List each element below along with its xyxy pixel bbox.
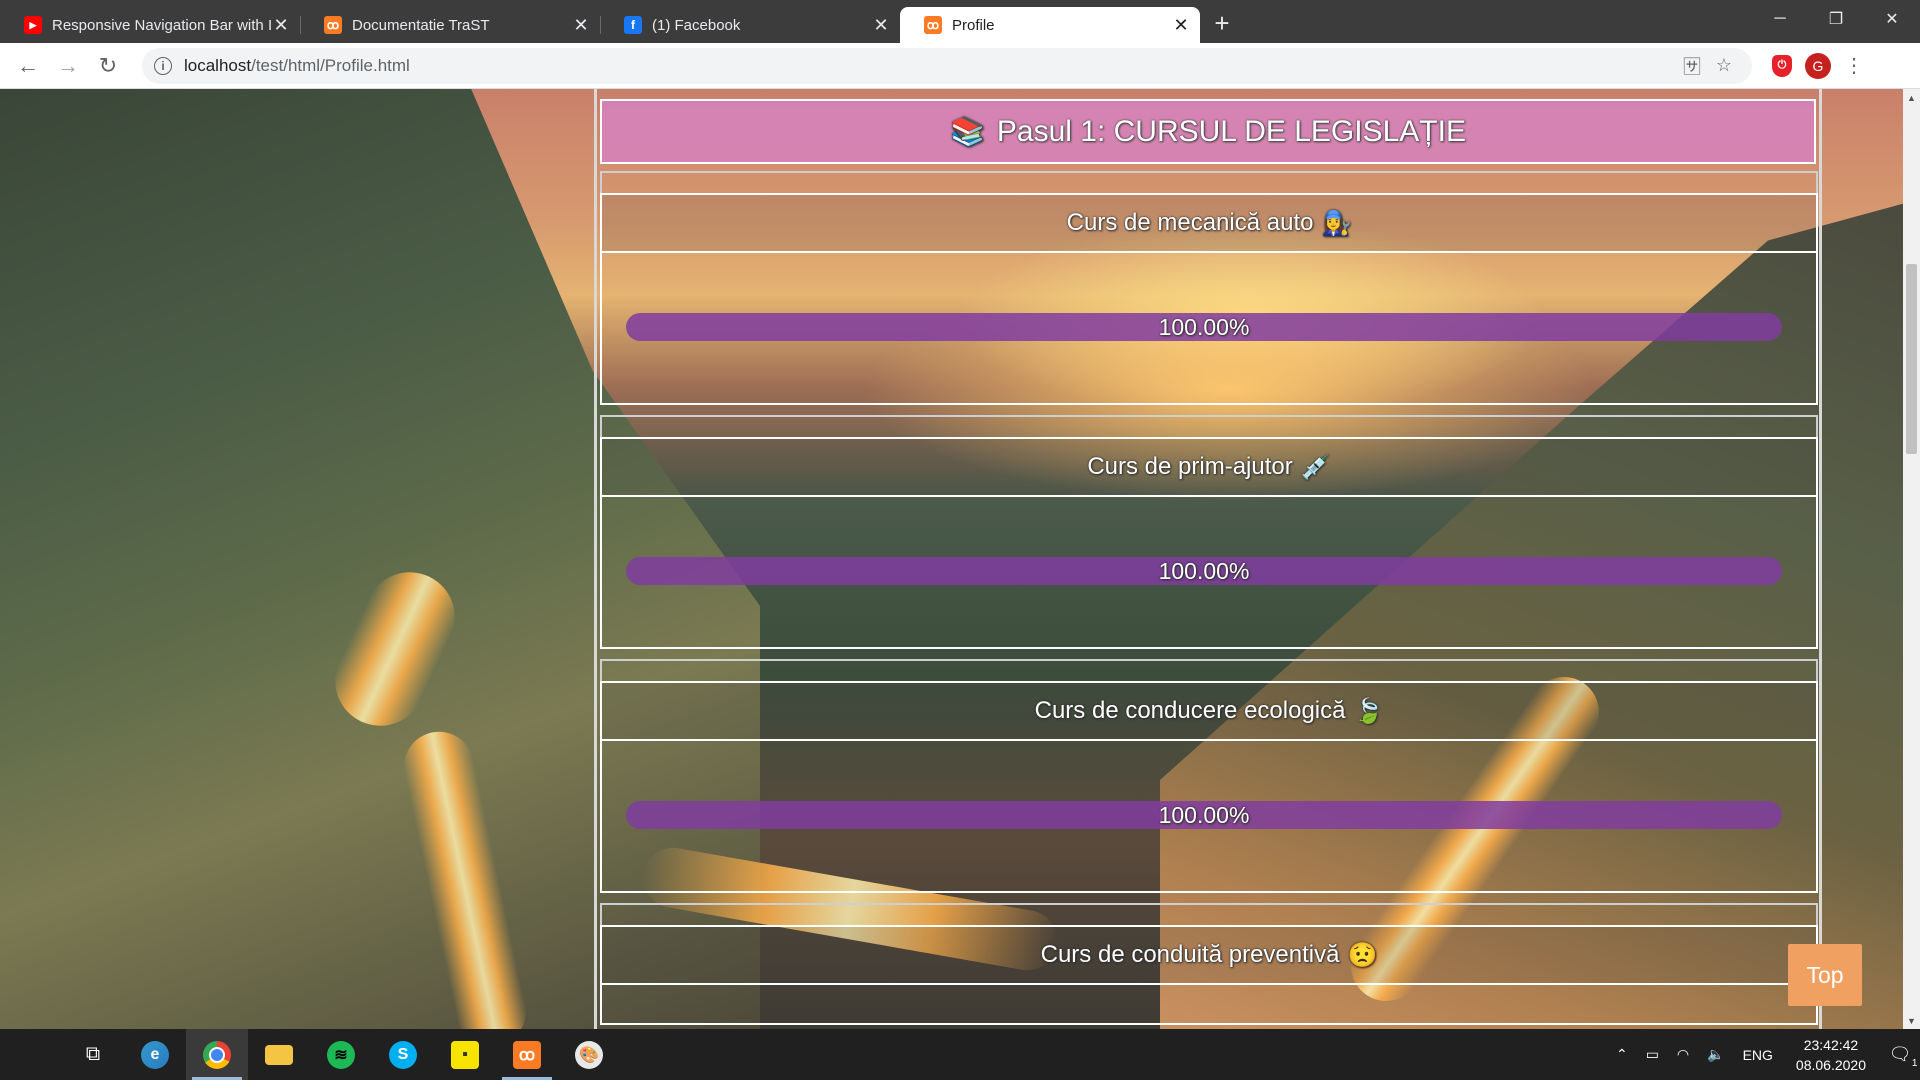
clock[interactable]: 23:42:42 08.06.2020 (1796, 1035, 1866, 1075)
spotify-icon[interactable]: ≋ (310, 1029, 372, 1080)
xampp-icon: ꝏ (924, 16, 942, 34)
maximize-icon[interactable]: ❐ (1808, 0, 1864, 38)
scroll-up-icon[interactable]: ▲ (1903, 89, 1920, 106)
close-icon[interactable]: ✕ (872, 15, 890, 36)
address-bar[interactable]: i localhost/test/html/Profile.html 🈂 ☆ (142, 47, 1752, 84)
notification-center-icon[interactable]: 🗨 1 (1880, 1029, 1920, 1080)
tab-title: (1) Facebook (652, 16, 741, 34)
course-title-text: Curs de prim-ajutor (1087, 453, 1293, 480)
content-column: 📚 Pasul 1: CURSUL DE LEGISLAȚIE Curs de … (594, 89, 1822, 1029)
tab-title: Responsive Navigation Bar with I (52, 16, 272, 34)
leaf-icon: 🍃 (1353, 697, 1384, 725)
tab-title: Profile (952, 16, 995, 34)
tab-profile[interactable]: ꝏ Profile ✕ (900, 7, 1200, 43)
progress-bar: 100.00% (626, 313, 1782, 341)
youtube-icon: ▶ (24, 16, 42, 34)
avatar[interactable]: G (1800, 52, 1836, 79)
reload-icon[interactable]: ↻ (88, 46, 128, 86)
course-card: Curs de prim-ajutor 💉 100.00% (600, 415, 1818, 649)
xampp-icon[interactable]: ꝏ (496, 1029, 558, 1080)
volume-icon[interactable]: 🔈 (1707, 1046, 1724, 1063)
paint-icon[interactable]: 🎨 (558, 1029, 620, 1080)
scroll-down-icon[interactable]: ▼ (1903, 1012, 1920, 1029)
course-title-text: Curs de conduită preventivă (1040, 941, 1340, 968)
start-icon[interactable] (0, 1029, 62, 1080)
browser-toolbar: ← → ↻ i localhost/test/html/Profile.html… (0, 43, 1920, 89)
course-title[interactable]: Curs de conduită preventivă 😟 (600, 925, 1818, 985)
course-title[interactable]: Curs de prim-ajutor 💉 (600, 437, 1818, 497)
system-tray: ⌃ ▭ ◠ 🔈 ENG 23:42:42 08.06.2020 🗨 1 (1607, 1029, 1920, 1080)
new-tab-button[interactable]: + (1200, 3, 1244, 43)
page-viewport: 📚 Pasul 1: CURSUL DE LEGISLAȚIE Curs de … (0, 89, 1920, 1029)
course-title-text: Curs de conducere ecologică (1034, 697, 1346, 724)
worried-face-icon: 😟 (1347, 941, 1378, 969)
progress-bar: 100.00% (626, 557, 1782, 585)
notification-count: 1 (1911, 1058, 1918, 1069)
sticky-notes-icon[interactable]: ▪ (434, 1029, 496, 1080)
close-icon[interactable]: ✕ (272, 15, 290, 36)
tab-title: Documentatie TraST (352, 16, 490, 34)
extension-icon[interactable]: ⏻ (1764, 54, 1800, 77)
course-title[interactable]: Curs de mecanică auto 👩‍🔧 (600, 193, 1818, 253)
progress-label: 100.00% (1158, 557, 1250, 584)
url-path: /test/html/Profile.html (251, 55, 410, 75)
syringe-icon: 💉 (1300, 453, 1331, 481)
menu-dots-icon[interactable]: ⋮ (1836, 53, 1872, 78)
tab-strip: ▶ Responsive Navigation Bar with I ✕ ꝏ D… (0, 0, 1920, 43)
progress-label: 100.00% (1158, 313, 1250, 340)
course-card: Curs de mecanică auto 👩‍🔧 100.00% (600, 171, 1818, 405)
clock-time: 23:42:42 (1803, 1036, 1859, 1053)
tab-facebook[interactable]: f (1) Facebook ✕ (600, 7, 900, 43)
chevron-up-icon[interactable]: ⌃ (1616, 1046, 1628, 1063)
course-title-text: Curs de mecanică auto (1066, 209, 1314, 236)
bookmark-star-icon[interactable]: ☆ (1708, 55, 1740, 76)
file-explorer-icon[interactable] (248, 1029, 310, 1080)
scrollbar-thumb[interactable] (1906, 264, 1917, 454)
progress-bar: 100.00% (626, 801, 1782, 829)
mechanic-icon: 👩‍🔧 (1321, 209, 1352, 237)
step-title-text: Pasul 1: CURSUL DE LEGISLAȚIE (996, 114, 1466, 148)
step-title: 📚 Pasul 1: CURSUL DE LEGISLAȚIE (600, 99, 1816, 164)
forward-arrow-icon[interactable]: → (48, 46, 88, 86)
url-host: localhost (184, 55, 252, 75)
taskbar: ⧉ e ≋ S ▪ ꝏ 🎨 ⌃ ▭ ◠ 🔈 ENG 23:42:42 08.06… (0, 1029, 1920, 1080)
course-card: Curs de conduită preventivă 😟 (600, 903, 1818, 1025)
language-indicator[interactable]: ENG (1743, 1047, 1773, 1063)
facebook-icon: f (624, 16, 642, 34)
books-icon: 📚 (950, 116, 985, 147)
minimize-icon[interactable]: ─ (1752, 0, 1808, 38)
chrome-icon[interactable] (186, 1029, 248, 1080)
tab-documentatie[interactable]: ꝏ Documentatie TraST ✕ (300, 7, 600, 43)
battery-icon[interactable]: ▭ (1646, 1046, 1659, 1063)
info-icon[interactable]: i (154, 56, 172, 75)
course-card: Curs de conducere ecologică 🍃 100.00% (600, 659, 1818, 893)
task-view-icon[interactable]: ⧉ (62, 1029, 124, 1080)
close-window-icon[interactable]: ✕ (1864, 0, 1920, 38)
xampp-icon: ꝏ (324, 16, 342, 34)
translate-icon[interactable]: 🈂 (1676, 53, 1708, 79)
tab-youtube[interactable]: ▶ Responsive Navigation Bar with I ✕ (0, 7, 300, 43)
close-icon[interactable]: ✕ (1172, 15, 1190, 36)
wifi-icon[interactable]: ◠ (1677, 1046, 1689, 1063)
skype-icon[interactable]: S (372, 1029, 434, 1080)
course-title[interactable]: Curs de conducere ecologică 🍃 (600, 681, 1818, 741)
progress-label: 100.00% (1158, 801, 1250, 828)
back-arrow-icon[interactable]: ← (8, 46, 48, 86)
page-scrollbar[interactable]: ▲ ▼ (1903, 89, 1920, 1029)
edge-icon[interactable]: e (124, 1029, 186, 1080)
close-icon[interactable]: ✕ (572, 15, 590, 36)
clock-date: 08.06.2020 (1795, 1056, 1866, 1073)
scroll-to-top-button[interactable]: Top (1788, 944, 1862, 1006)
